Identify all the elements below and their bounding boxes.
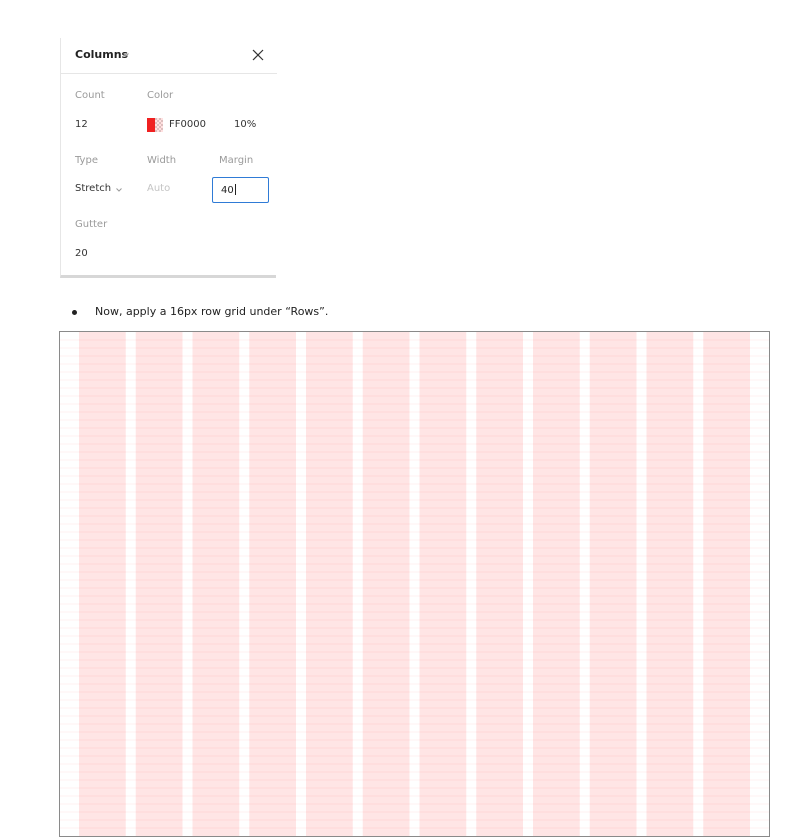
grid-preview-frame	[59, 331, 770, 837]
type-dropdown[interactable]: Stretch	[75, 183, 111, 194]
width-label: Width	[147, 155, 177, 166]
grid-preview-canvas	[60, 332, 769, 836]
grid-column	[135, 332, 183, 836]
chevron-down-icon[interactable]	[122, 51, 130, 59]
layout-grid-panel: Columns Count Color 12 FF0000 10% Type W…	[60, 38, 277, 278]
color-label: Color	[147, 90, 174, 101]
margin-input[interactable]: 40	[212, 177, 269, 203]
grid-column	[646, 332, 694, 836]
close-icon[interactable]	[251, 48, 265, 62]
grid-column	[703, 332, 750, 836]
type-label: Type	[75, 155, 98, 166]
opacity-input[interactable]: 10%	[234, 119, 256, 130]
color-swatch[interactable]	[147, 118, 163, 132]
grid-column	[533, 332, 580, 836]
grid-column	[589, 332, 637, 836]
chevron-down-icon[interactable]	[115, 186, 123, 194]
width-input[interactable]: Auto	[147, 183, 170, 194]
grid-column	[419, 332, 467, 836]
grid-column	[249, 332, 296, 836]
grid-column	[306, 332, 353, 836]
gutter-input[interactable]: 20	[75, 248, 88, 259]
instruction-text: Now, apply a 16px row grid under “Rows”.	[95, 305, 329, 318]
panel-header: Columns	[61, 38, 277, 74]
margin-label: Margin	[219, 155, 254, 166]
gutter-label: Gutter	[75, 219, 108, 230]
bullet-icon	[72, 310, 77, 315]
color-hex-input[interactable]: FF0000	[169, 119, 206, 130]
count-input[interactable]: 12	[75, 119, 88, 130]
margin-input-value: 40	[221, 185, 234, 196]
grid-column	[476, 332, 523, 836]
grid-column	[192, 332, 240, 836]
grid-column	[79, 332, 126, 836]
count-label: Count	[75, 90, 105, 101]
text-caret	[234, 184, 236, 195]
grid-type-dropdown[interactable]: Columns	[75, 48, 128, 61]
grid-column	[362, 332, 410, 836]
